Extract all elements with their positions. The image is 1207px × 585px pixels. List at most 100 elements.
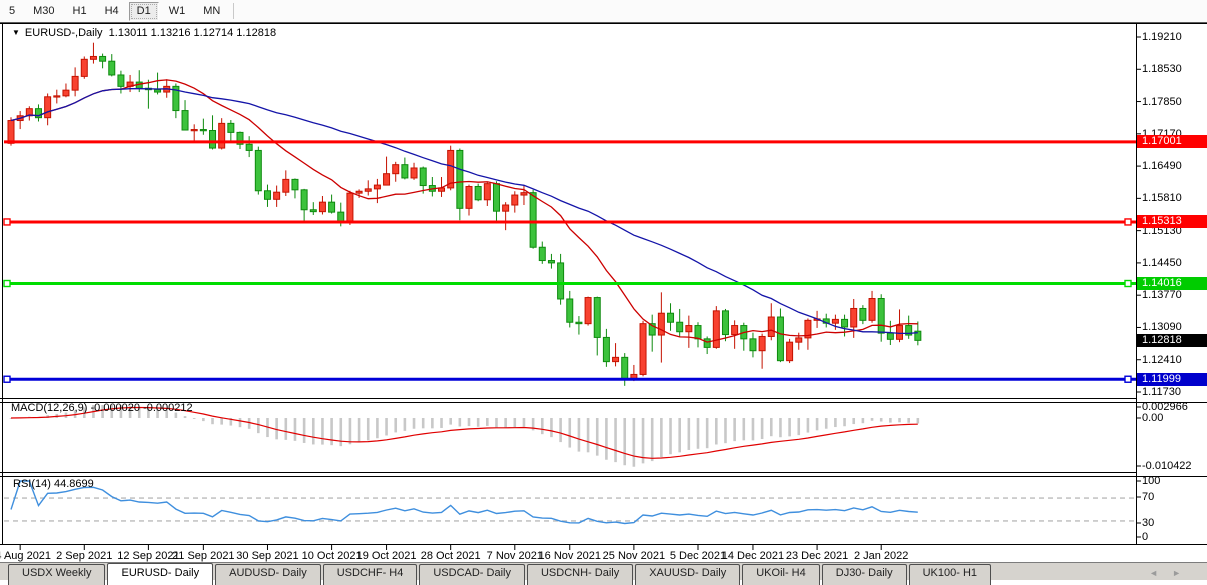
candle[interactable]	[182, 111, 188, 130]
candle[interactable]	[310, 210, 316, 212]
tab-scroll-right-icon[interactable]: ►	[1172, 568, 1195, 578]
candle[interactable]	[63, 90, 69, 96]
candle[interactable]	[374, 185, 380, 189]
candle[interactable]	[567, 299, 573, 322]
candle[interactable]	[668, 313, 674, 322]
candle[interactable]	[493, 184, 499, 212]
candle[interactable]	[732, 326, 738, 335]
candle[interactable]	[402, 165, 408, 178]
chart-tab-bar: USDX WeeklyEURUSD- DailyAUDUSD- DailyUSD…	[0, 562, 1207, 580]
tab-uk100-h1[interactable]: UK100- H1	[909, 564, 991, 585]
tab-usdx-weekly[interactable]: USDX Weekly	[8, 564, 105, 585]
candle[interactable]	[768, 317, 774, 336]
line-handle[interactable]	[4, 219, 10, 225]
tab-eurusd-daily[interactable]: EURUSD- Daily	[107, 563, 213, 585]
candle[interactable]	[255, 150, 261, 190]
candle[interactable]	[860, 308, 866, 320]
candle[interactable]	[796, 338, 802, 342]
candle[interactable]	[622, 357, 628, 379]
candle[interactable]	[484, 184, 490, 200]
candle[interactable]	[558, 263, 564, 299]
candle[interactable]	[118, 75, 124, 86]
candle[interactable]	[548, 261, 554, 263]
candle[interactable]	[869, 299, 875, 321]
candle[interactable]	[658, 313, 664, 335]
candle[interactable]	[585, 298, 591, 324]
candle[interactable]	[384, 174, 390, 185]
candle[interactable]	[100, 56, 106, 61]
candle[interactable]	[246, 144, 252, 150]
candle[interactable]	[54, 96, 60, 97]
candle[interactable]	[759, 336, 765, 350]
tab-ukoil-h4[interactable]: UKOil- H4	[742, 564, 820, 585]
candle[interactable]	[722, 311, 728, 335]
tab-scroll-left-icon[interactable]: ◄	[1149, 568, 1172, 578]
candle[interactable]	[393, 165, 399, 174]
candle[interactable]	[219, 123, 225, 148]
candle[interactable]	[750, 339, 756, 351]
tab-xauusd-daily[interactable]: XAUUSD- Daily	[635, 564, 740, 585]
candle[interactable]	[842, 319, 848, 327]
candle[interactable]	[356, 191, 362, 193]
tab-audusd-daily[interactable]: AUDUSD- Daily	[215, 564, 321, 585]
candle[interactable]	[539, 247, 545, 260]
chart-area[interactable]: ▼EURUSD-,Daily 1.13011 1.13216 1.12714 1…	[0, 0, 1207, 563]
line-handle[interactable]	[4, 376, 10, 382]
candle[interactable]	[695, 326, 701, 339]
candle[interactable]	[475, 186, 481, 199]
candle[interactable]	[8, 121, 14, 144]
candle[interactable]	[787, 342, 793, 361]
candle[interactable]	[210, 130, 216, 148]
tab-dj30-daily[interactable]: DJ30- Daily	[822, 564, 907, 585]
candle[interactable]	[832, 319, 838, 323]
candle[interactable]	[191, 130, 197, 131]
candle[interactable]	[613, 357, 619, 361]
candle[interactable]	[640, 324, 646, 375]
candle[interactable]	[411, 168, 417, 178]
candle[interactable]	[274, 192, 280, 199]
candle[interactable]	[45, 97, 51, 118]
candle[interactable]	[109, 61, 115, 75]
candle[interactable]	[90, 56, 96, 59]
line-handle[interactable]	[4, 281, 10, 287]
candle[interactable]	[704, 339, 710, 348]
candle[interactable]	[200, 130, 206, 131]
candle[interactable]	[329, 202, 335, 212]
candle[interactable]	[878, 299, 884, 334]
chart-dropdown-icon[interactable]: ▼	[12, 28, 20, 37]
candle[interactable]	[777, 317, 783, 361]
candle[interactable]	[292, 179, 298, 189]
tab-usdchf-h4[interactable]: USDCHF- H4	[323, 564, 418, 585]
candle[interactable]	[283, 179, 289, 192]
candle[interactable]	[677, 322, 683, 331]
candle[interactable]	[594, 298, 600, 338]
candle[interactable]	[420, 168, 426, 186]
tab-usdcad-daily[interactable]: USDCAD- Daily	[419, 564, 525, 585]
candle[interactable]	[530, 193, 536, 248]
candle[interactable]	[851, 308, 857, 327]
candle[interactable]	[457, 150, 463, 208]
candle[interactable]	[347, 193, 353, 222]
candle[interactable]	[576, 322, 582, 323]
line-handle[interactable]	[1125, 219, 1131, 225]
candle[interactable]	[603, 337, 609, 361]
candle[interactable]	[228, 123, 234, 132]
candle[interactable]	[319, 202, 325, 211]
candle[interactable]	[81, 59, 87, 76]
line-handle[interactable]	[1125, 376, 1131, 382]
candle[interactable]	[887, 333, 893, 339]
candle[interactable]	[301, 190, 307, 210]
candle[interactable]	[264, 191, 270, 200]
tab-usdcnh-daily[interactable]: USDCNH- Daily	[527, 564, 633, 585]
candle[interactable]	[466, 186, 472, 208]
candle[interactable]	[72, 76, 78, 90]
candle[interactable]	[521, 193, 527, 195]
candle[interactable]	[713, 311, 719, 348]
candle[interactable]	[155, 90, 161, 92]
candle[interactable]	[503, 205, 509, 211]
candle[interactable]	[512, 195, 518, 205]
line-handle[interactable]	[1125, 281, 1131, 287]
candle[interactable]	[365, 189, 371, 191]
candle[interactable]	[897, 326, 903, 340]
candle[interactable]	[686, 326, 692, 332]
